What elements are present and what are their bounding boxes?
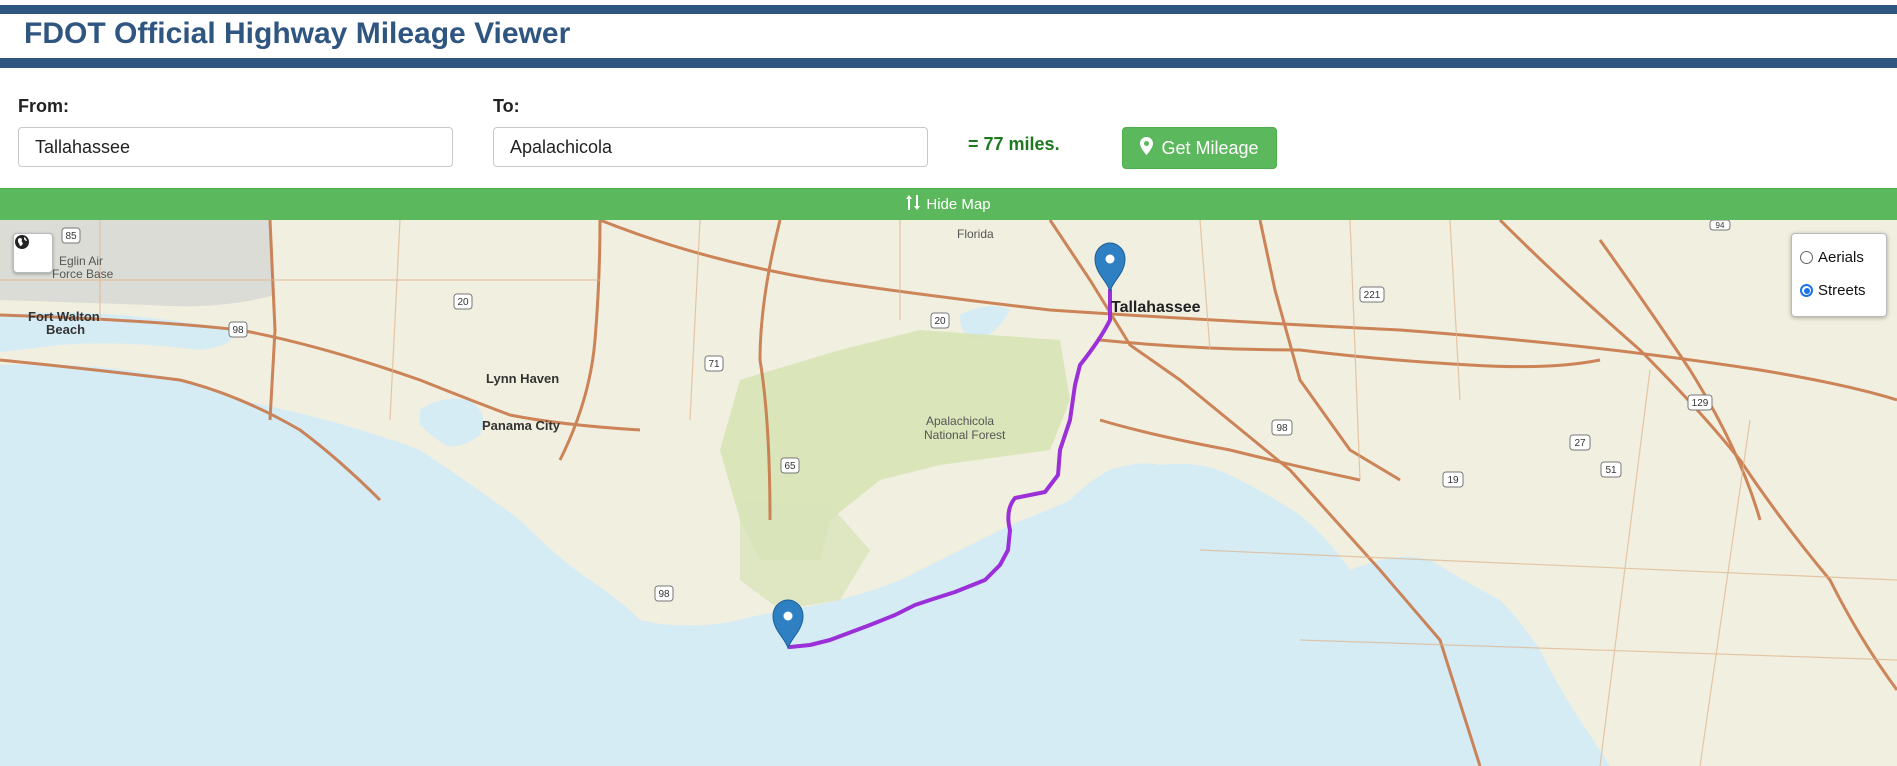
aerials-radio[interactable] [1800,251,1813,264]
shield-98c: 98 [1271,419,1293,436]
label-panama-city: Panama City [482,418,561,433]
sort-arrows-icon [906,195,921,214]
map-text-label: 19 [1447,475,1459,486]
to-input[interactable] [493,127,928,167]
hide-map-label: Hide Map [926,196,991,213]
layer-switcher: Aerials Streets [1791,233,1887,317]
shield-98b: 98 [654,585,674,602]
header-bar-top [0,5,1897,14]
label-eglin-1: Eglin Air [59,254,103,268]
map-text-label: 98 [232,325,244,336]
layer-option-streets[interactable]: Streets [1800,282,1866,299]
streets-label: Streets [1818,282,1866,299]
basemap-toggle-button[interactable] [13,233,53,273]
label-florida: Florida [957,227,994,241]
header-bar-bottom [0,58,1897,68]
shield-20a: 20 [453,293,473,310]
map-text-label: 129 [1692,398,1709,409]
map-text-label: 51 [1605,465,1617,476]
from-label: From: [18,96,69,116]
page-title: FDOT Official Highway Mileage Viewer [24,17,571,50]
label-fort-walton-2: Beach [46,322,85,337]
label-tallahassee: Tallahassee [1111,299,1201,316]
map-text-label: 20 [934,316,946,327]
shield-98a: 98 [228,321,248,338]
marker-tallahassee [1094,242,1126,293]
mileage-result: = 77 miles. [968,134,1060,154]
shield-51: 51 [1600,461,1622,478]
map-text-label: 98 [658,589,670,600]
label-apalachicola-nf-1: Apalachicola [926,414,994,428]
label-lynn-haven: Lynn Haven [486,371,559,386]
shield-20b: 20 [930,312,950,329]
shield-65: 65 [780,457,800,474]
shield-129: 129 [1687,394,1713,411]
shield-85: 85 [61,227,81,244]
label-apalachicola-nf-2: National Forest [924,428,1006,442]
shield-94: 94 [1709,220,1731,231]
get-mileage-button[interactable]: Get Mileage [1122,127,1277,169]
map-canvas[interactable]: Florida Eglin Air Force Base Apalachicol… [0,220,1897,766]
streets-radio[interactable] [1800,284,1813,297]
st-andrews-bay [420,398,484,447]
shield-27: 27 [1569,434,1591,451]
layer-option-aerials[interactable]: Aerials [1800,249,1864,266]
to-label: To: [493,96,520,116]
from-input[interactable] [18,127,453,167]
shield-71: 71 [704,355,724,372]
map-text-label: 85 [65,231,77,242]
aerials-label: Aerials [1818,249,1864,266]
map-text-label: 65 [784,461,796,472]
map-text-label: 98 [1276,423,1288,434]
map-marker-icon [1140,136,1154,160]
map-text-label: 27 [1574,438,1586,449]
map-view[interactable]: Florida Eglin Air Force Base Apalachicol… [0,220,1897,766]
shield-221: 221 [1359,286,1385,303]
map-text-label: 94 [1716,221,1725,230]
map-text-label: 71 [708,359,720,370]
shield-19: 19 [1442,471,1464,488]
map-text-label: 20 [457,297,469,308]
map-text-label: 221 [1364,290,1381,301]
label-eglin-2: Force Base [52,267,114,281]
hide-map-button[interactable]: Hide Map [0,188,1897,221]
get-mileage-label: Get Mileage [1161,137,1259,158]
tate-hell-forest [740,500,870,610]
